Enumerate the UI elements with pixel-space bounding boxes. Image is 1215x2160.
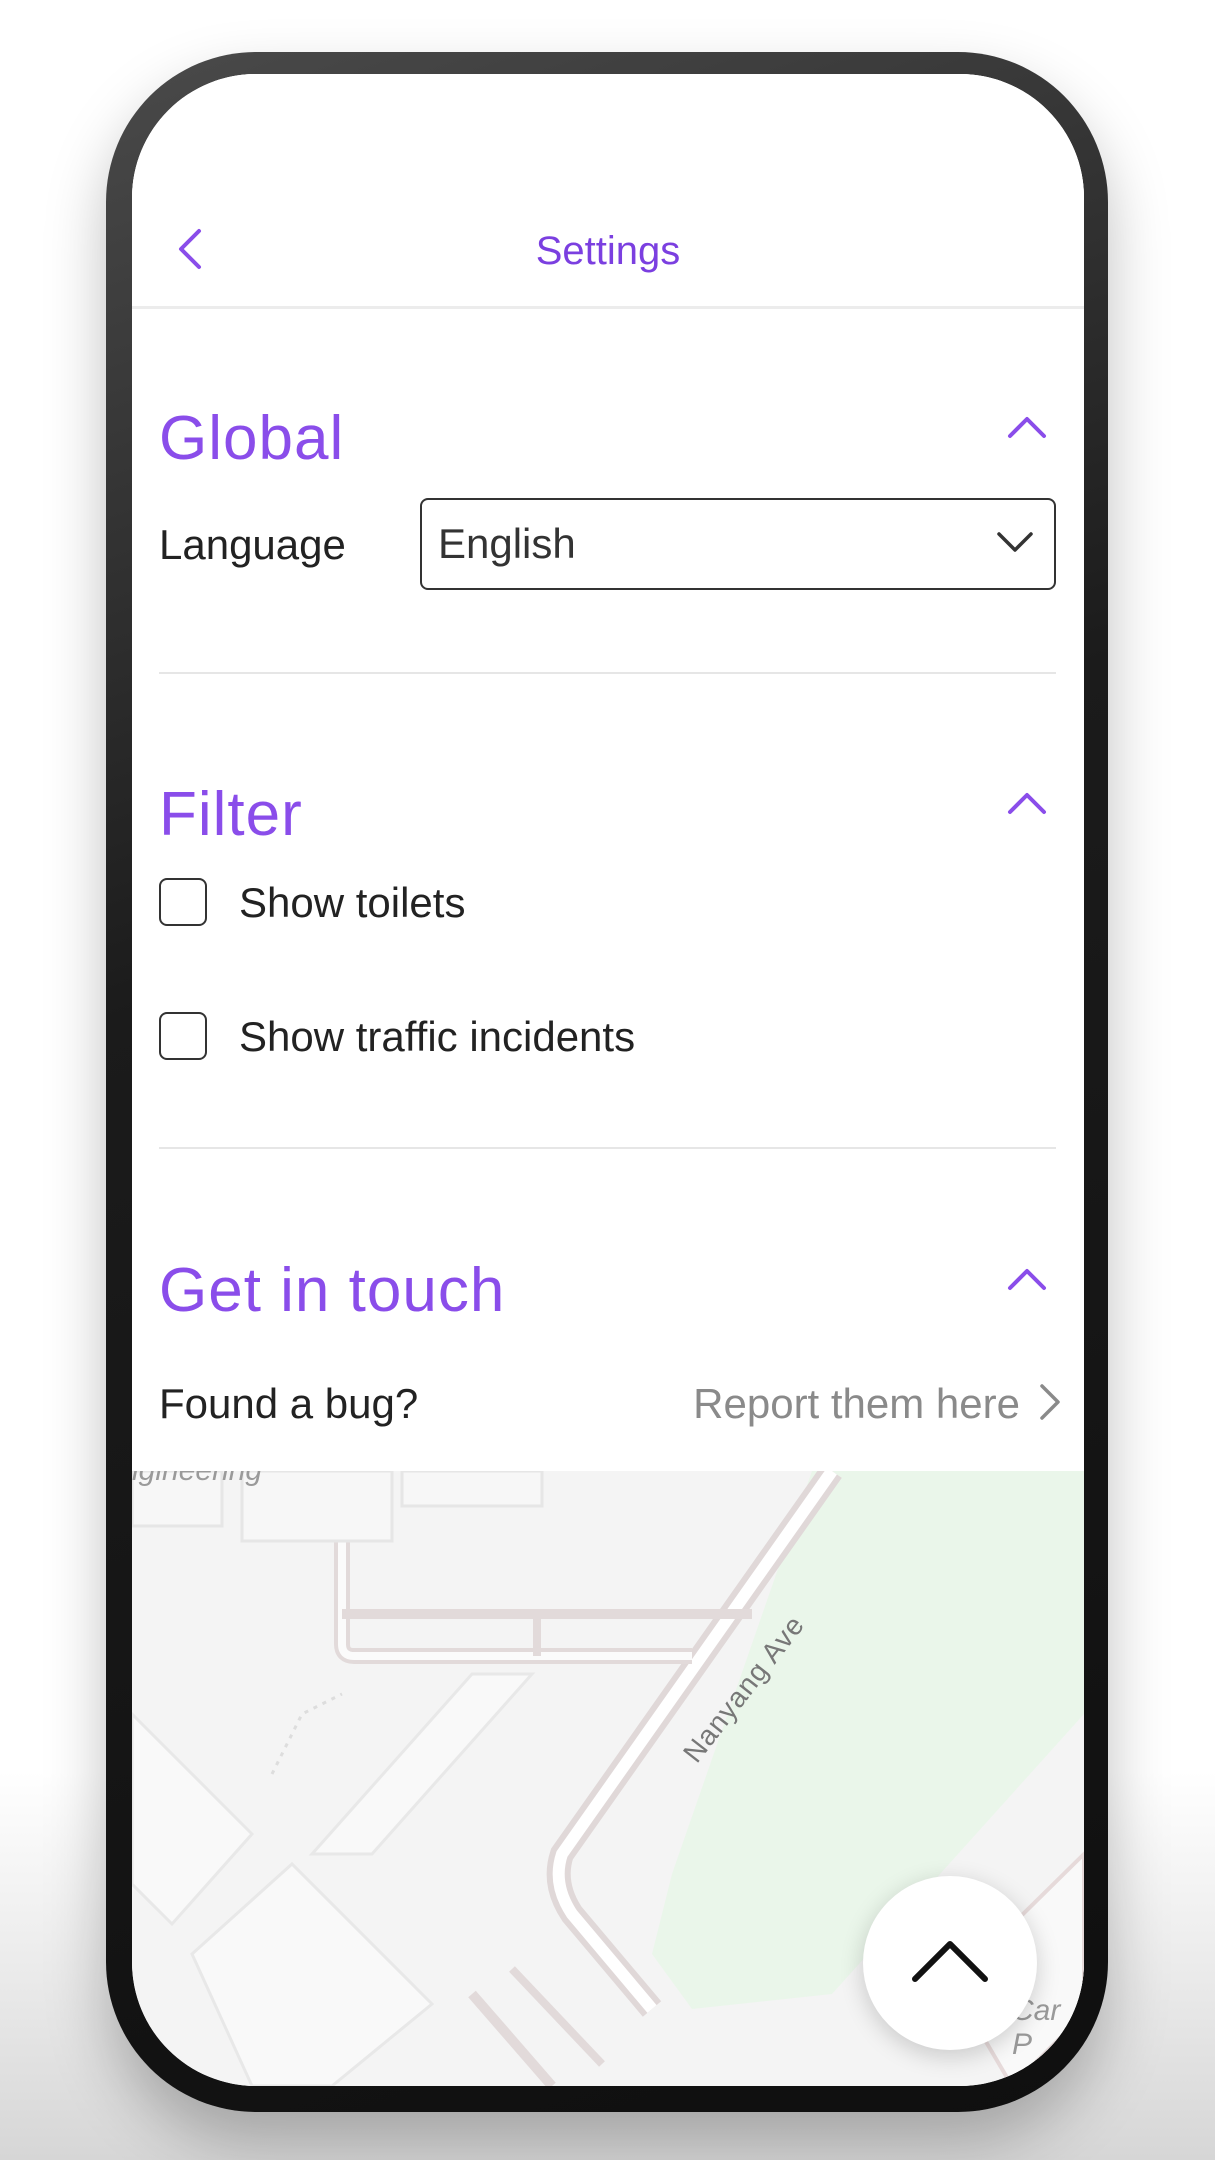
- found-bug-label: Found a bug?: [159, 1380, 419, 1427]
- chevron-up-icon: [1006, 1266, 1048, 1297]
- report-bug-link[interactable]: Report them here: [602, 1374, 1062, 1434]
- chevron-up-icon: [1006, 790, 1048, 821]
- settings-panel: Settings Global Language English Filter …: [132, 74, 1084, 1471]
- chevron-down-icon: [996, 530, 1034, 559]
- chevron-right-icon: [1038, 1382, 1062, 1427]
- section-title-global: Global: [159, 404, 345, 473]
- show-toilets-label[interactable]: Show toilets: [239, 878, 465, 928]
- show-traffic-incidents-checkbox[interactable]: [159, 1012, 207, 1060]
- page-title: Settings: [535, 229, 681, 273]
- show-traffic-incidents-label[interactable]: Show traffic incidents: [239, 1012, 635, 1062]
- section-divider: [159, 1147, 1056, 1149]
- collapse-filter-button[interactable]: [1002, 780, 1052, 830]
- report-bug-text: Report them here: [693, 1380, 1020, 1427]
- language-select-value: English: [438, 520, 576, 567]
- collapse-contact-button[interactable]: [1002, 1256, 1052, 1306]
- collapse-global-button[interactable]: [1002, 404, 1052, 454]
- language-select[interactable]: English: [420, 498, 1056, 590]
- chevron-up-icon: [910, 1938, 990, 1989]
- chevron-up-icon: [1006, 414, 1048, 445]
- section-title-contact: Get in touch: [159, 1256, 506, 1325]
- section-title-filter: Filter: [159, 780, 303, 849]
- phone-screen: ngineering Nanyang Ave Car P Settings Gl…: [132, 74, 1084, 2086]
- language-label: Language: [159, 521, 346, 568]
- show-toilets-checkbox[interactable]: [159, 878, 207, 926]
- header-divider: [132, 306, 1084, 309]
- expand-settings-button[interactable]: [863, 1876, 1037, 2050]
- section-divider: [159, 672, 1056, 674]
